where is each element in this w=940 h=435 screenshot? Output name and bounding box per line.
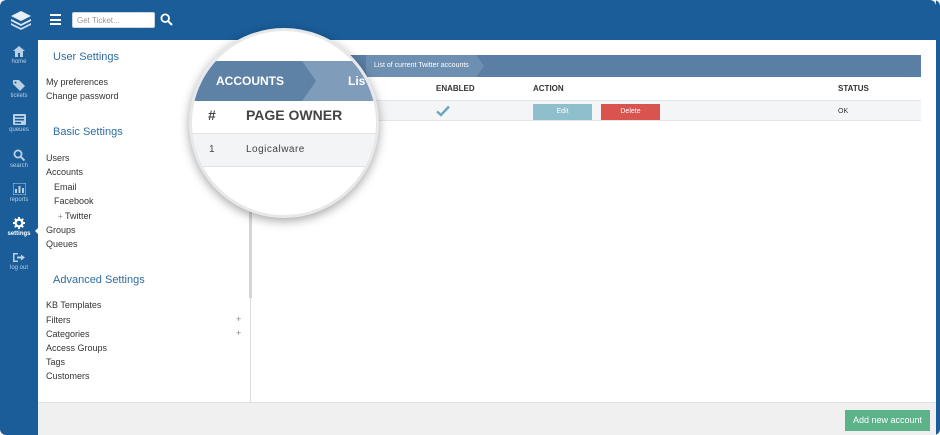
column-action: ACTION <box>533 84 564 93</box>
categories-link[interactable]: Categories <box>46 329 90 339</box>
get-ticket-input[interactable] <box>72 12 155 28</box>
nav-search[interactable]: search <box>0 149 38 181</box>
magnified-row-number: 1 <box>209 144 215 155</box>
accounts-link[interactable]: Accounts <box>46 167 83 177</box>
column-enabled: ENABLED <box>436 84 475 93</box>
queue-icon <box>12 114 26 125</box>
search-icon <box>13 149 25 161</box>
nav-tickets[interactable]: tickets <box>0 80 38 112</box>
logo-icon[interactable] <box>9 8 33 32</box>
magnified-column-hash: # <box>208 107 216 123</box>
twitter-label: Twitter <box>65 211 92 221</box>
basic-settings-title: Basic Settings <box>53 126 123 138</box>
users-link[interactable]: Users <box>46 153 70 163</box>
window-edge <box>936 0 940 435</box>
check-icon <box>436 105 450 117</box>
twitter-marker: + <box>58 212 63 221</box>
user-settings-title: User Settings <box>53 51 120 63</box>
breadcrumb: List of current Twitter accounts <box>366 55 477 77</box>
magnified-accounts-tab: ACCOUNTS <box>216 74 284 88</box>
gear-icon <box>13 217 25 229</box>
magnified-list-tab: Lis <box>348 74 366 88</box>
kb-templates-link[interactable]: KB Templates <box>46 300 101 310</box>
nav-settings-label: settings <box>7 231 31 237</box>
add-account-button[interactable]: Add new account <box>845 410 930 431</box>
groups-link[interactable]: Groups <box>46 225 76 235</box>
magnified-column-page-owner: PAGE OWNER <box>246 107 343 123</box>
tags-link[interactable]: Tags <box>46 357 65 367</box>
nav-logout-label: log out <box>9 265 28 271</box>
magnifier-overlay: ACCOUNTS Lis # PAGE OWNER 1 Logicalware <box>189 28 379 218</box>
nav-home-label: home <box>11 59 27 65</box>
nav-queues-label: queues <box>9 127 29 133</box>
nav-tickets-label: tickets <box>10 93 28 99</box>
customers-link[interactable]: Customers <box>46 371 90 381</box>
nav-queues[interactable]: queues <box>0 114 38 146</box>
logout-icon <box>13 253 25 262</box>
magnified-page-owner: Logicalware <box>246 144 305 155</box>
categories-expand-icon[interactable]: + <box>236 328 241 338</box>
home-icon <box>13 46 25 57</box>
nav-reports-label: reports <box>9 197 29 203</box>
magnified-tab-arrow <box>302 61 316 101</box>
nav-home[interactable]: home <box>0 46 38 78</box>
nav-settings[interactable]: settings <box>0 217 39 249</box>
my-preferences-link[interactable]: My preferences <box>46 77 108 87</box>
edit-button[interactable]: Edit <box>533 104 592 120</box>
breadcrumb-arrow <box>476 55 484 77</box>
change-password-link[interactable]: Change password <box>46 91 119 101</box>
access-groups-link[interactable]: Access Groups <box>46 343 107 353</box>
status-value: OK <box>838 108 849 115</box>
tag-icon <box>12 80 25 91</box>
nav-reports[interactable]: reports <box>0 183 38 215</box>
column-status: STATUS <box>838 84 869 93</box>
menu-icon[interactable] <box>50 14 61 25</box>
left-nav: home tickets queues search reports setti… <box>0 40 39 435</box>
queues-link[interactable]: Queues <box>46 239 78 249</box>
top-bar <box>0 0 936 40</box>
filters-expand-icon[interactable]: + <box>236 314 241 324</box>
footer-bar <box>38 402 936 435</box>
advanced-settings-title: Advanced Settings <box>53 274 145 286</box>
bar-chart-icon <box>12 183 26 195</box>
nav-logout[interactable]: log out <box>0 252 38 284</box>
search-icon[interactable] <box>160 13 173 26</box>
nav-search-label: search <box>9 163 28 169</box>
app-window: home tickets queues search reports setti… <box>0 0 940 435</box>
filters-link[interactable]: Filters <box>46 315 71 325</box>
email-link[interactable]: Email <box>54 182 77 192</box>
delete-button[interactable]: Delete <box>601 104 660 120</box>
twitter-link[interactable]: + Twitter <box>58 211 92 221</box>
facebook-link[interactable]: Facebook <box>54 196 94 206</box>
